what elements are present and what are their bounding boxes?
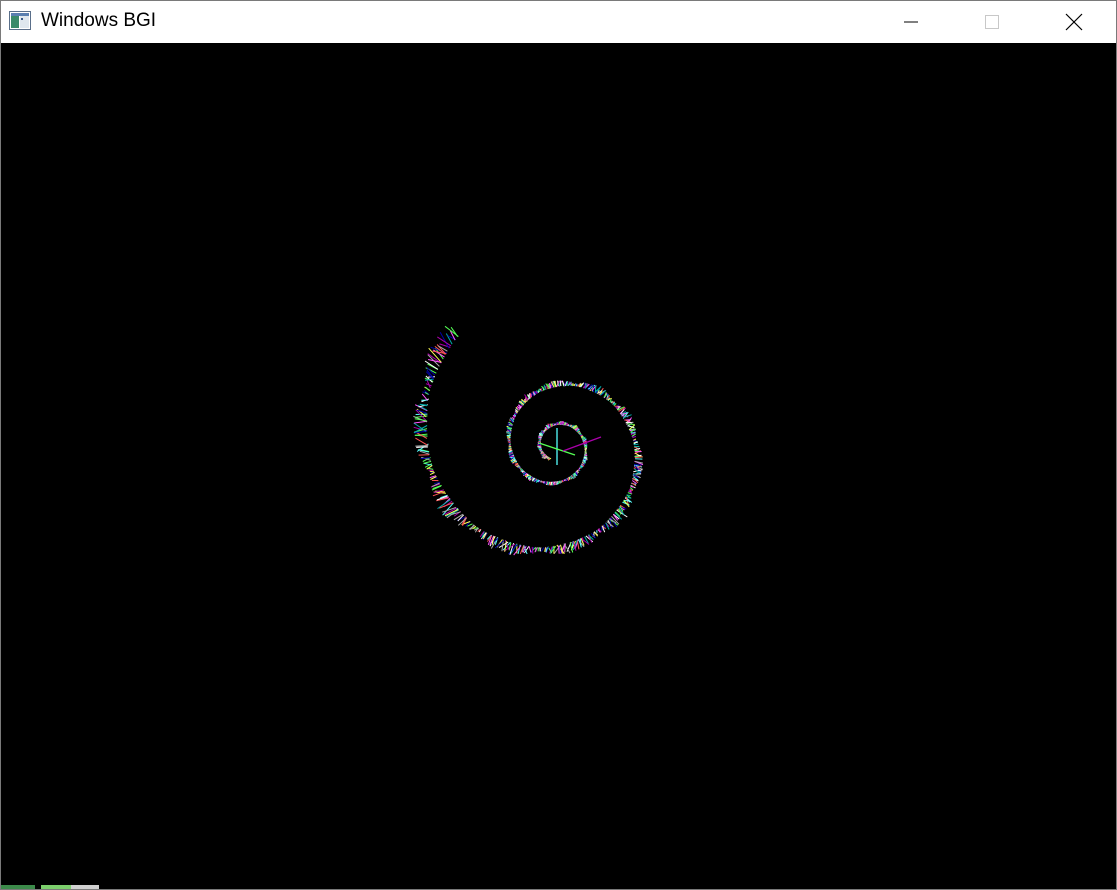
taskbar-item bbox=[71, 885, 99, 889]
title-bar[interactable]: Windows BGI bbox=[1, 1, 1116, 43]
spiral-line bbox=[537, 444, 541, 447]
taskbar-sliver bbox=[1, 885, 1116, 889]
spiral-line bbox=[509, 455, 515, 458]
spiral-line bbox=[474, 528, 480, 531]
spiral-line bbox=[558, 545, 560, 554]
spiral-line bbox=[428, 469, 434, 472]
spiral-line bbox=[544, 547, 546, 552]
spiral-line bbox=[423, 460, 432, 464]
spiral-line bbox=[531, 546, 534, 554]
spiral-line bbox=[429, 470, 435, 473]
spiral-line bbox=[557, 380, 559, 387]
spiral-line-group bbox=[413, 325, 644, 556]
spiral-drawing bbox=[413, 325, 644, 556]
spiral-line bbox=[561, 421, 563, 425]
taskbar-item bbox=[1, 885, 35, 889]
spiral-line bbox=[626, 423, 635, 425]
spiral-line bbox=[470, 524, 475, 530]
taskbar-item bbox=[41, 885, 71, 889]
spiral-line bbox=[415, 445, 428, 447]
maximize-icon bbox=[985, 15, 999, 29]
spiral-line bbox=[573, 383, 576, 387]
spiral-line bbox=[626, 494, 631, 497]
spiral-line bbox=[550, 481, 553, 486]
spiral-line bbox=[425, 386, 430, 392]
maximize-button[interactable] bbox=[952, 1, 1032, 43]
spiral-line bbox=[555, 481, 558, 485]
bgi-window: Windows BGI bbox=[0, 0, 1117, 890]
spiral-line bbox=[540, 547, 545, 552]
spiral-line bbox=[506, 434, 511, 437]
spiral-line bbox=[557, 481, 559, 485]
spiral-line bbox=[415, 437, 428, 446]
spiral-line bbox=[528, 546, 532, 553]
spiral-line bbox=[421, 393, 428, 401]
window-title: Windows BGI bbox=[41, 10, 157, 31]
spiral-line bbox=[445, 333, 453, 345]
close-button[interactable] bbox=[1034, 1, 1114, 43]
spiral-line bbox=[563, 479, 566, 482]
spiral-line bbox=[508, 444, 511, 447]
close-icon bbox=[1065, 13, 1083, 31]
spiral-line bbox=[559, 380, 562, 387]
bgi-canvas bbox=[1, 43, 1116, 889]
spiral-line bbox=[584, 454, 588, 457]
minimize-button[interactable] bbox=[871, 1, 951, 43]
app-window-icon[interactable] bbox=[9, 11, 31, 30]
spiral-line bbox=[554, 380, 557, 387]
spiral-line bbox=[632, 435, 637, 439]
minimize-icon bbox=[904, 21, 918, 23]
